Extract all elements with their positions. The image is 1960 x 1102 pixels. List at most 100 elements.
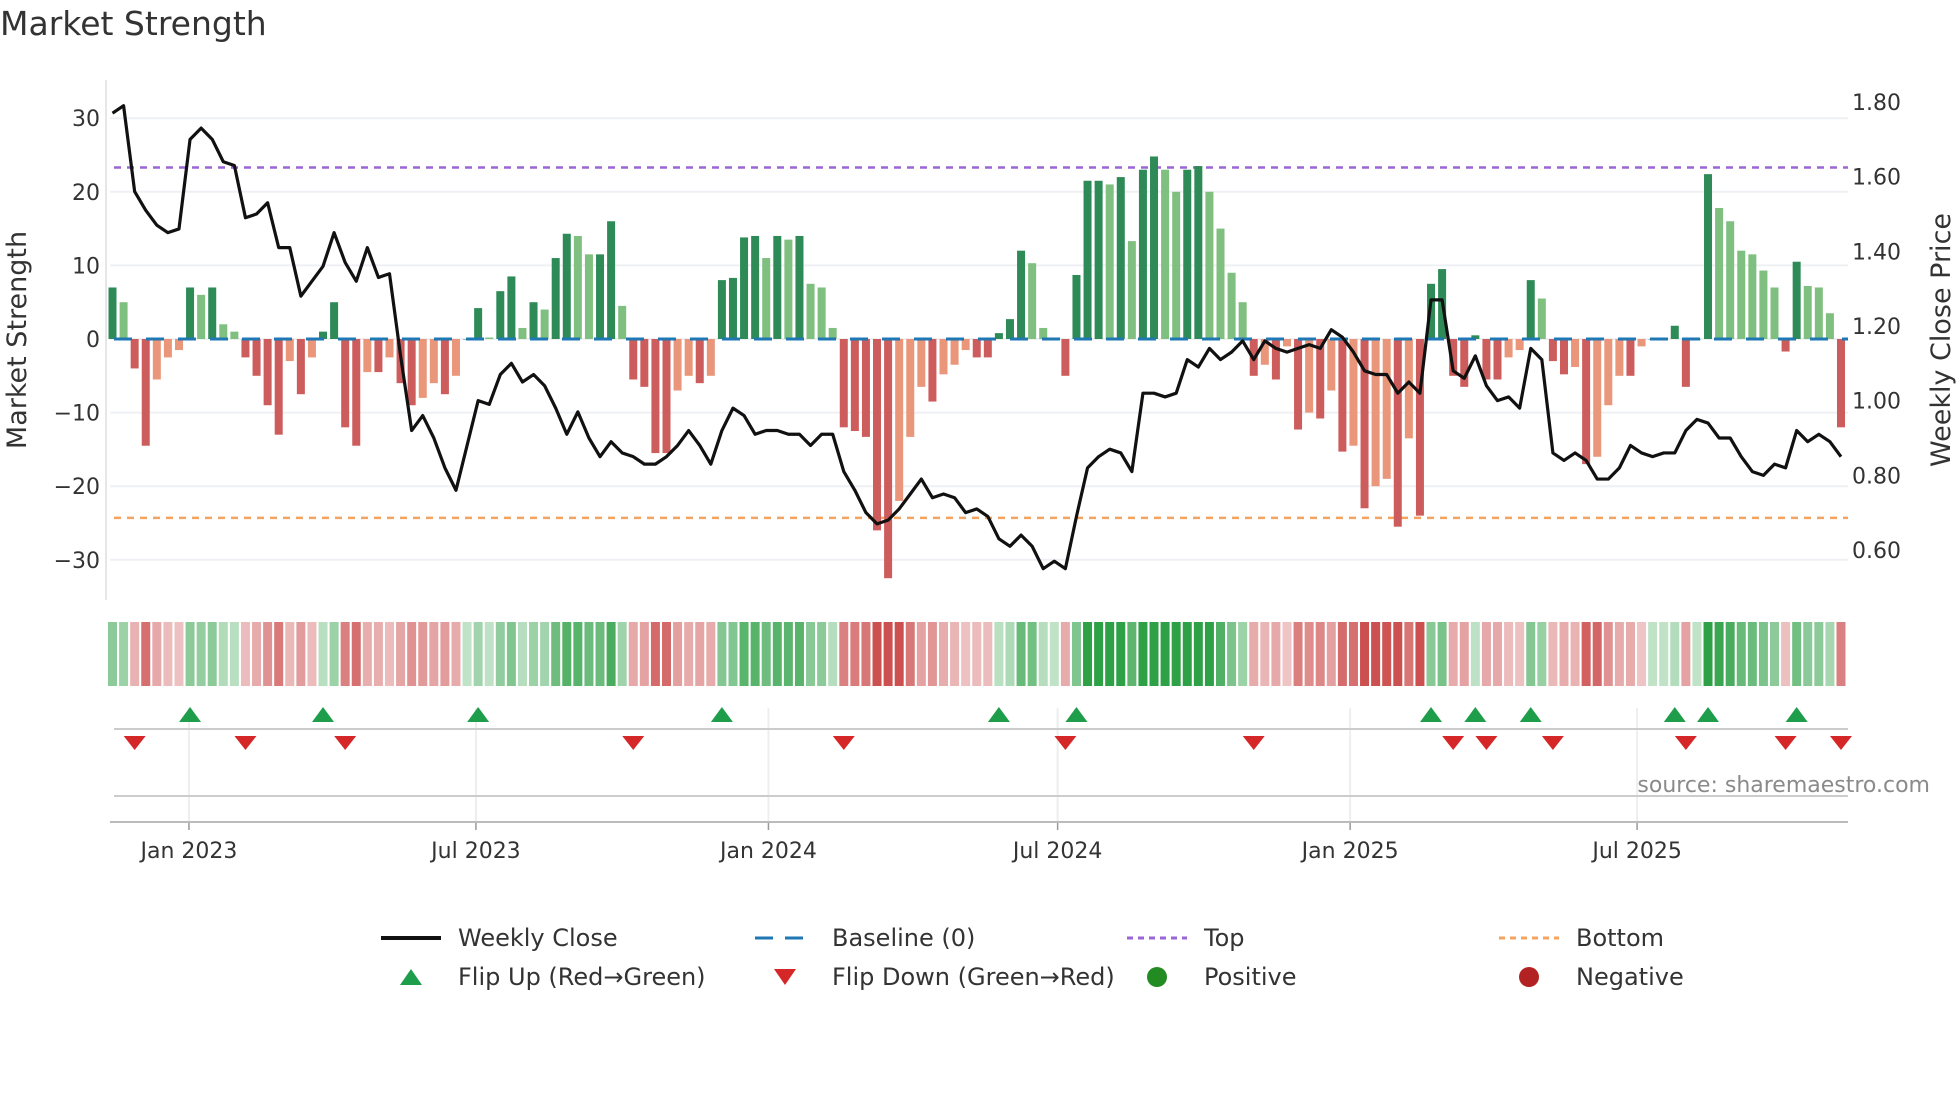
strip-cell (717, 622, 727, 686)
dotted-line-swatch-icon (1494, 935, 1564, 941)
strip-cell (517, 622, 527, 686)
strip-cell (1304, 622, 1314, 686)
strip-cell (1027, 622, 1037, 686)
legend-label: Flip Down (Green→Red) (832, 963, 1115, 991)
strip-cell (939, 622, 948, 686)
strength-bar (1183, 169, 1192, 339)
strip-cell (396, 622, 406, 686)
y2-tick-label: 1.80 (1852, 91, 1901, 116)
strength-bar (1138, 169, 1147, 339)
strength-bar (618, 305, 627, 339)
strip-cell (540, 622, 550, 686)
axes: 30 20 10 0 −10 −20 −30 1.80 1.60 1.40 1.20 1.00 0.80… (54, 80, 1901, 864)
strength-bar (496, 291, 505, 339)
flip-down-marker (234, 736, 257, 750)
strength-bar (1493, 339, 1502, 380)
strip-cell (673, 622, 683, 686)
gridlines (110, 117, 1848, 822)
strength-bar (152, 339, 161, 380)
strip-cell (706, 622, 716, 686)
strength-bar (219, 324, 228, 339)
strip-cell (1770, 622, 1779, 686)
strip-cell (1504, 622, 1514, 686)
strip-cell (1681, 622, 1691, 686)
flip-down-marker (1242, 736, 1265, 750)
strength-bar (440, 339, 449, 395)
strength-bar (828, 327, 837, 339)
strip-cell (739, 622, 749, 686)
strip-cell (761, 622, 771, 686)
strip-cell (1282, 622, 1292, 686)
strip-cell (1382, 622, 1392, 686)
flip-up-marker (987, 707, 1010, 722)
strength-bar (1515, 339, 1524, 351)
strip-cell (1448, 622, 1458, 686)
strength-bar (1404, 339, 1413, 439)
y-axis-title: Market Strength (2, 231, 33, 449)
strip-cell (1060, 622, 1070, 686)
strength-bar (1393, 339, 1402, 527)
strength-bar (341, 339, 350, 428)
strip-cell (1426, 622, 1436, 686)
flip-down-marker (1442, 736, 1465, 750)
strength-bar (673, 339, 682, 391)
strip-cell (1326, 622, 1336, 686)
flip-up-marker (312, 707, 335, 722)
strength-bar (1737, 250, 1746, 339)
source-label: source: sharemaestro.com (1637, 773, 1930, 798)
strip-cell (639, 622, 649, 686)
strip-cell (1227, 622, 1237, 686)
strength-bar (806, 283, 815, 339)
strength-bar (1571, 339, 1580, 367)
strip-cell (595, 622, 605, 686)
flip-down-marker (123, 736, 146, 750)
strength-bar (873, 339, 882, 531)
legend-flip-down: Flip Down (Green→Red) (750, 963, 1115, 991)
strip-cell (695, 622, 705, 686)
strength-bar (961, 339, 970, 351)
y2-tick-label: 1.60 (1852, 166, 1901, 191)
strip-cell (329, 622, 339, 686)
strip-cell (972, 622, 982, 686)
strip-cell (573, 622, 583, 686)
strength-bar (1748, 254, 1757, 339)
dotted-line-swatch-icon (1122, 935, 1192, 941)
strength-bar (163, 339, 172, 358)
strip-cell (1360, 622, 1370, 686)
legend-bottom: Bottom (1494, 924, 1664, 952)
strength-bar (1814, 287, 1823, 339)
strip-cell (1670, 622, 1680, 686)
strip-cell (628, 622, 638, 686)
strip-cell (119, 622, 129, 686)
strip-cell (440, 622, 450, 686)
strip-cell (1592, 622, 1602, 686)
y2-tick-label: 1.40 (1852, 240, 1901, 265)
y-tick-label: −10 (54, 402, 100, 427)
strength-bar (385, 339, 394, 358)
strength-bar (1039, 327, 1048, 339)
strength-bar (241, 339, 250, 358)
x-tick-label: Jul 2025 (1590, 839, 1682, 864)
strength-bar (1017, 250, 1026, 339)
line-swatch-icon (376, 935, 446, 941)
strength-bar (1803, 286, 1812, 339)
strip-cell (196, 622, 206, 686)
legend-baseline: Baseline (0) (750, 924, 975, 952)
strip-cell (274, 622, 284, 686)
flip-down-marker (1475, 736, 1498, 750)
y2-tick-label: 0.60 (1852, 539, 1901, 564)
strength-bar (1282, 339, 1291, 347)
strip-cell (1371, 622, 1381, 686)
strip-cell (207, 622, 217, 686)
strength-bar (1294, 339, 1303, 430)
flip-down-marker (1541, 736, 1564, 750)
strength-bar (1127, 241, 1136, 339)
strength-bar (939, 339, 948, 375)
strength-bar (562, 233, 571, 339)
strength-bar (695, 339, 704, 384)
flip-up-marker (1519, 707, 1542, 722)
strength-bar (1537, 298, 1546, 339)
strip-cell (1437, 622, 1447, 686)
strip-cell (1415, 622, 1425, 686)
strip-cell (1337, 622, 1347, 686)
